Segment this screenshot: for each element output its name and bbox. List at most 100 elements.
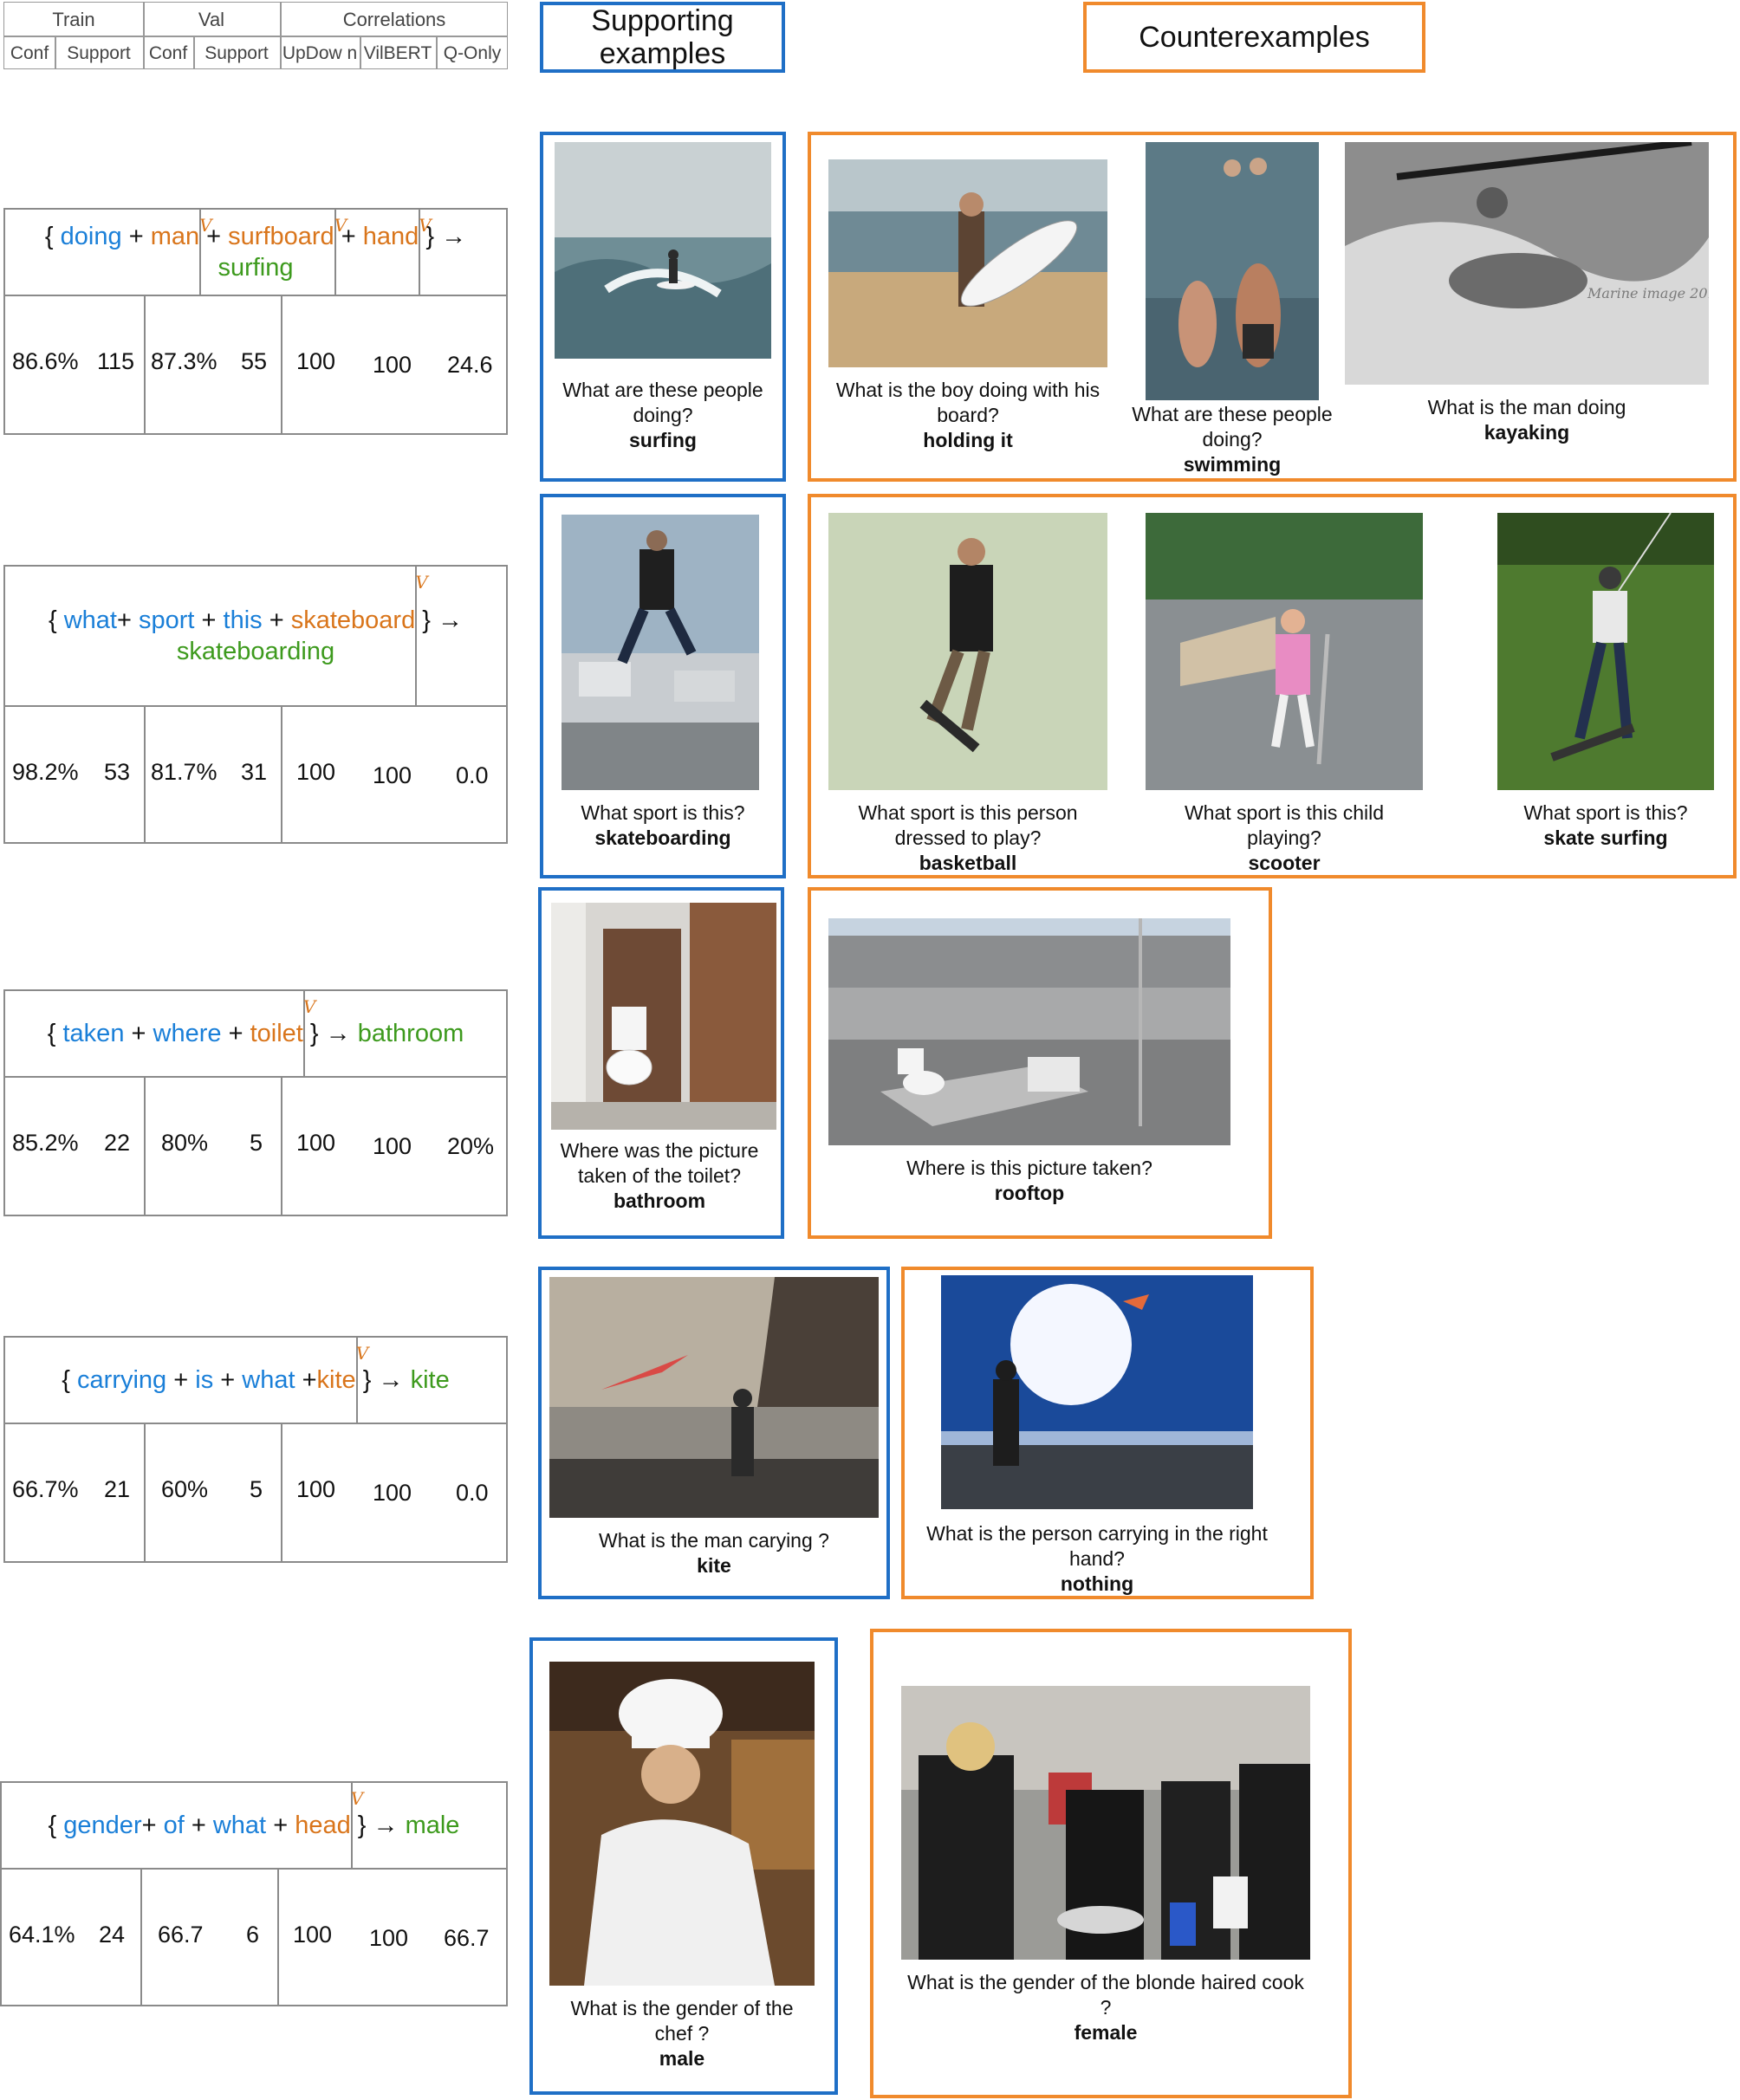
rule-term: toilet: [250, 1020, 303, 1047]
header-col-support: Support: [67, 43, 131, 63]
question-text: Where was the picture taken of the toile…: [560, 1139, 759, 1187]
corr-qonly: 20%: [447, 1133, 495, 1159]
rule-term: taken: [62, 1020, 125, 1047]
photo-man-flying-kite-beach: [549, 1277, 879, 1518]
rule-answer: bathroom: [357, 1020, 464, 1047]
corr-qonly: 66.7: [444, 1925, 490, 1951]
photo-boy-with-surfboard: [828, 159, 1107, 367]
watermark-text: Marine image 2012: [1587, 285, 1709, 301]
rule-stats: 85.2% 22 80% 5 100 100 20%: [5, 1078, 506, 1215]
question-text: What is the man carying ?: [599, 1529, 829, 1552]
corr-vilbert: 100: [369, 1925, 409, 1951]
val-support: 5: [250, 1476, 263, 1502]
header-col-qonly: Q-Only: [443, 43, 502, 63]
corr-updown: 100: [296, 348, 336, 374]
corr-vilbert: 100: [373, 1480, 412, 1506]
question-text: What is the man doing: [1427, 396, 1626, 418]
val-support: 5: [250, 1130, 263, 1156]
val-support: 55: [241, 348, 268, 374]
answer-text: skateboarding: [594, 826, 731, 849]
photo-child-on-scooter: [1146, 513, 1423, 790]
rule-term: of: [163, 1812, 185, 1839]
rule-term: what: [242, 1366, 295, 1394]
question-text: Where is this picture taken?: [906, 1157, 1152, 1179]
header-correlations: Correlations: [342, 9, 446, 30]
rule-term: head: [295, 1812, 351, 1839]
answer-text: swimming: [1183, 453, 1282, 476]
rule-formula: { carrying + is + what +kite V } → kite: [5, 1338, 506, 1424]
rule-formula: { doing + man V + surfboard V + hand V } → …: [5, 210, 506, 296]
counterexamples-title: Counterexamples: [1083, 2, 1425, 73]
val-support: 6: [246, 1922, 260, 1948]
corr-updown: 100: [296, 1130, 336, 1156]
rule-term: man: [150, 223, 200, 250]
question-text: What is the gender of the chef ?: [570, 1997, 794, 2045]
rule-table-kite: { carrying + is + what +kite V } → kite 6…: [3, 1336, 508, 1563]
corr-updown: 100: [296, 759, 336, 785]
supporting-caption: What are these people doing? surfing: [551, 378, 775, 453]
train-support: 21: [104, 1476, 131, 1502]
counterexample-caption: Where is this picture taken? rooftop: [828, 1156, 1230, 1206]
rule-term: sport: [138, 606, 195, 634]
corr-updown: 100: [296, 1476, 336, 1502]
val-support: 31: [241, 759, 268, 785]
rule-answer: male: [405, 1812, 460, 1839]
counterexample-caption: What sport is this child playing? scoote…: [1151, 800, 1418, 876]
answer-text: holding it: [923, 429, 1013, 451]
answer-text: kayaking: [1484, 421, 1570, 444]
supporting-examples-title: Supporting examples: [540, 2, 785, 73]
header-val: Val: [198, 9, 225, 30]
rule-term: where: [153, 1020, 222, 1047]
rule-term: carrying: [77, 1366, 167, 1394]
counterexample-caption: What are these people doing? swimming: [1113, 402, 1352, 477]
rule-stats: 66.7% 21 60% 5 100 100 0.0: [5, 1424, 506, 1561]
rule-term: doing: [60, 223, 122, 250]
rule-term: kite: [316, 1366, 356, 1394]
train-support: 115: [97, 348, 135, 374]
question-text: What sport is this?: [1523, 801, 1688, 824]
corr-qonly: 0.0: [456, 1480, 489, 1506]
photo-toilet-stall: [551, 903, 776, 1130]
rule-term: gender: [63, 1812, 142, 1839]
counterexample-caption: What sport is this person dressed to pla…: [828, 800, 1107, 876]
answer-text: bathroom: [613, 1189, 706, 1212]
val-conf: 60%: [161, 1476, 209, 1502]
answer-text: nothing: [1060, 1572, 1134, 1595]
rule-term: hand: [362, 223, 419, 250]
corr-vilbert: 100: [373, 762, 412, 788]
photo-basketball-player-skating: [828, 513, 1107, 790]
rule-term: surfboard: [228, 223, 334, 250]
photo-skateboarder-jump: [562, 515, 759, 790]
rule-formula: { gender+ of + what + head V } → male: [2, 1783, 506, 1870]
header-col-conf: Conf: [10, 43, 49, 63]
train-support: 53: [104, 759, 131, 785]
corr-vilbert: 100: [373, 352, 412, 378]
answer-text: skate surfing: [1543, 826, 1668, 849]
answer-text: female: [1074, 2021, 1138, 2044]
rule-table-bathroom: { taken + where + toilet V } → bathroom 8…: [3, 989, 508, 1216]
rule-stats: 64.1% 24 66.7 6 100 100 66.7: [2, 1870, 506, 2005]
train-conf: 98.2%: [12, 759, 79, 785]
header-col-conf: Conf: [148, 43, 188, 63]
question-text: What sport is this person dressed to pla…: [858, 801, 1078, 849]
header-col-vilbert: VilBERT: [363, 43, 432, 63]
train-support: 24: [99, 1922, 126, 1948]
question-text: What is the person carrying in the right…: [926, 1522, 1268, 1570]
counterexample-caption: What is the gender of the blonde haired …: [901, 1970, 1310, 2045]
question-text: What is the boy doing with his board?: [835, 379, 1100, 426]
supporting-caption: What is the man carying ? kite: [549, 1528, 879, 1578]
photo-surfer-wave: [555, 142, 771, 359]
rule-formula: { taken + where + toilet V } → bathroom: [5, 991, 506, 1078]
rule-term: skateboard: [290, 606, 416, 634]
photo-skate-surfing: [1497, 513, 1714, 790]
stats-header-table: Train Val Correlations Conf Support Conf…: [3, 2, 508, 69]
question-text: What sport is this?: [581, 801, 745, 824]
answer-text: male: [659, 2047, 705, 2070]
photo-kitchen-cooks: [901, 1686, 1310, 1960]
header-col-support: Support: [205, 43, 269, 63]
supporting-caption: What sport is this? skateboarding: [551, 800, 775, 851]
train-conf: 66.7%: [12, 1476, 79, 1502]
val-conf: 81.7%: [151, 759, 218, 785]
rule-answer: skateboarding: [176, 638, 335, 665]
val-conf: 66.7: [158, 1922, 204, 1948]
